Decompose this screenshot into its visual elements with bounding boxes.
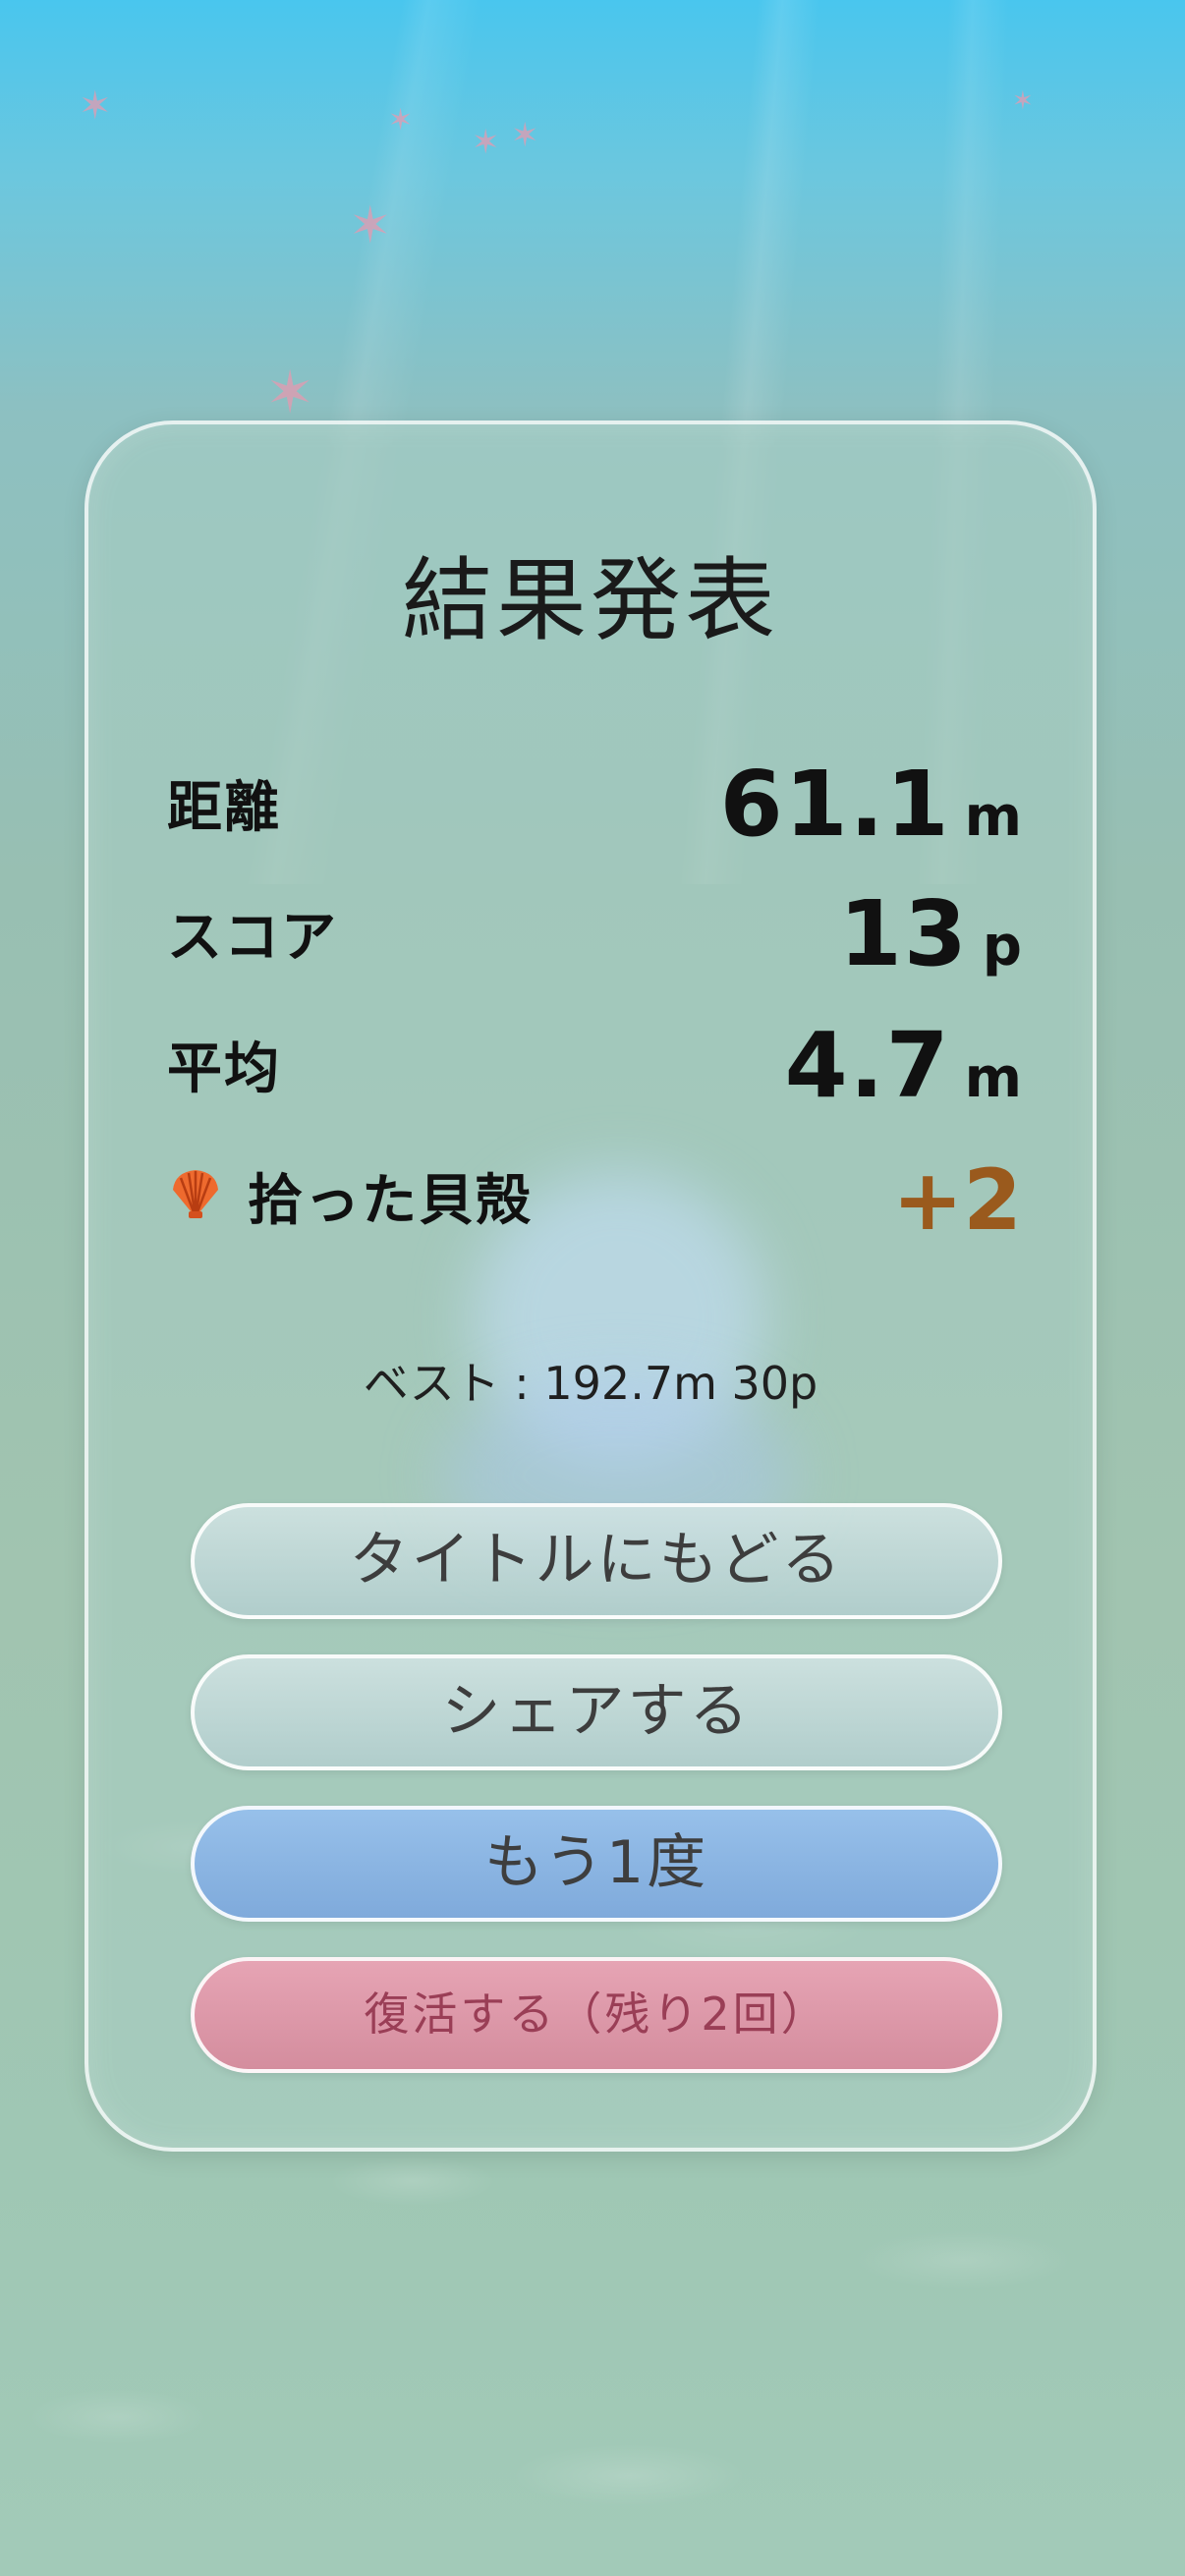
distance-row: 距離 61.1 m [167, 749, 1022, 857]
shells-label: 拾った貝殻 [167, 1156, 533, 1236]
average-row: 平均 4.7 m [167, 1010, 1022, 1118]
distance-label: 距離 [167, 776, 281, 840]
starfish-decoration: ✶ [388, 103, 414, 138]
shells-row: 拾った貝殻 +2 [167, 1142, 1022, 1250]
average-label: 平均 [167, 1037, 281, 1101]
revive-button[interactable]: 復活する（残り2回） [191, 1957, 1002, 2073]
score-row: スコア 13 p [167, 878, 1022, 986]
score-label: スコア [167, 906, 338, 970]
share-button[interactable]: シェアする [191, 1654, 1002, 1770]
distance-value: 61.1 m [719, 752, 1022, 857]
scallop-shell-icon [167, 1168, 224, 1232]
shells-value: +2 [892, 1151, 1022, 1250]
average-value: 4.7 m [784, 1013, 1022, 1118]
starfish-decoration: ✶ [265, 359, 315, 427]
best-record: ベスト : 192.7m 30p [363, 1357, 818, 1410]
retry-button[interactable]: もう1度 [191, 1806, 1002, 1922]
fish-decoration: ✶ [349, 196, 392, 255]
starfish-decoration: ✶ [79, 84, 112, 129]
back-to-title-button[interactable]: タイトルにもどる [191, 1503, 1002, 1619]
results-panel: 結果発表 距離 61.1 m スコア 13 p 平均 4.7 m 拾った貝殻 +2 ベ… [85, 420, 1097, 2152]
starfish-decoration: ✶ [1012, 86, 1034, 116]
score-value: 13 p [838, 881, 1022, 986]
starfish-decoration: ✶ [511, 116, 539, 155]
results-title: 結果発表 [401, 548, 779, 653]
starfish-decoration: ✶ [472, 123, 500, 162]
